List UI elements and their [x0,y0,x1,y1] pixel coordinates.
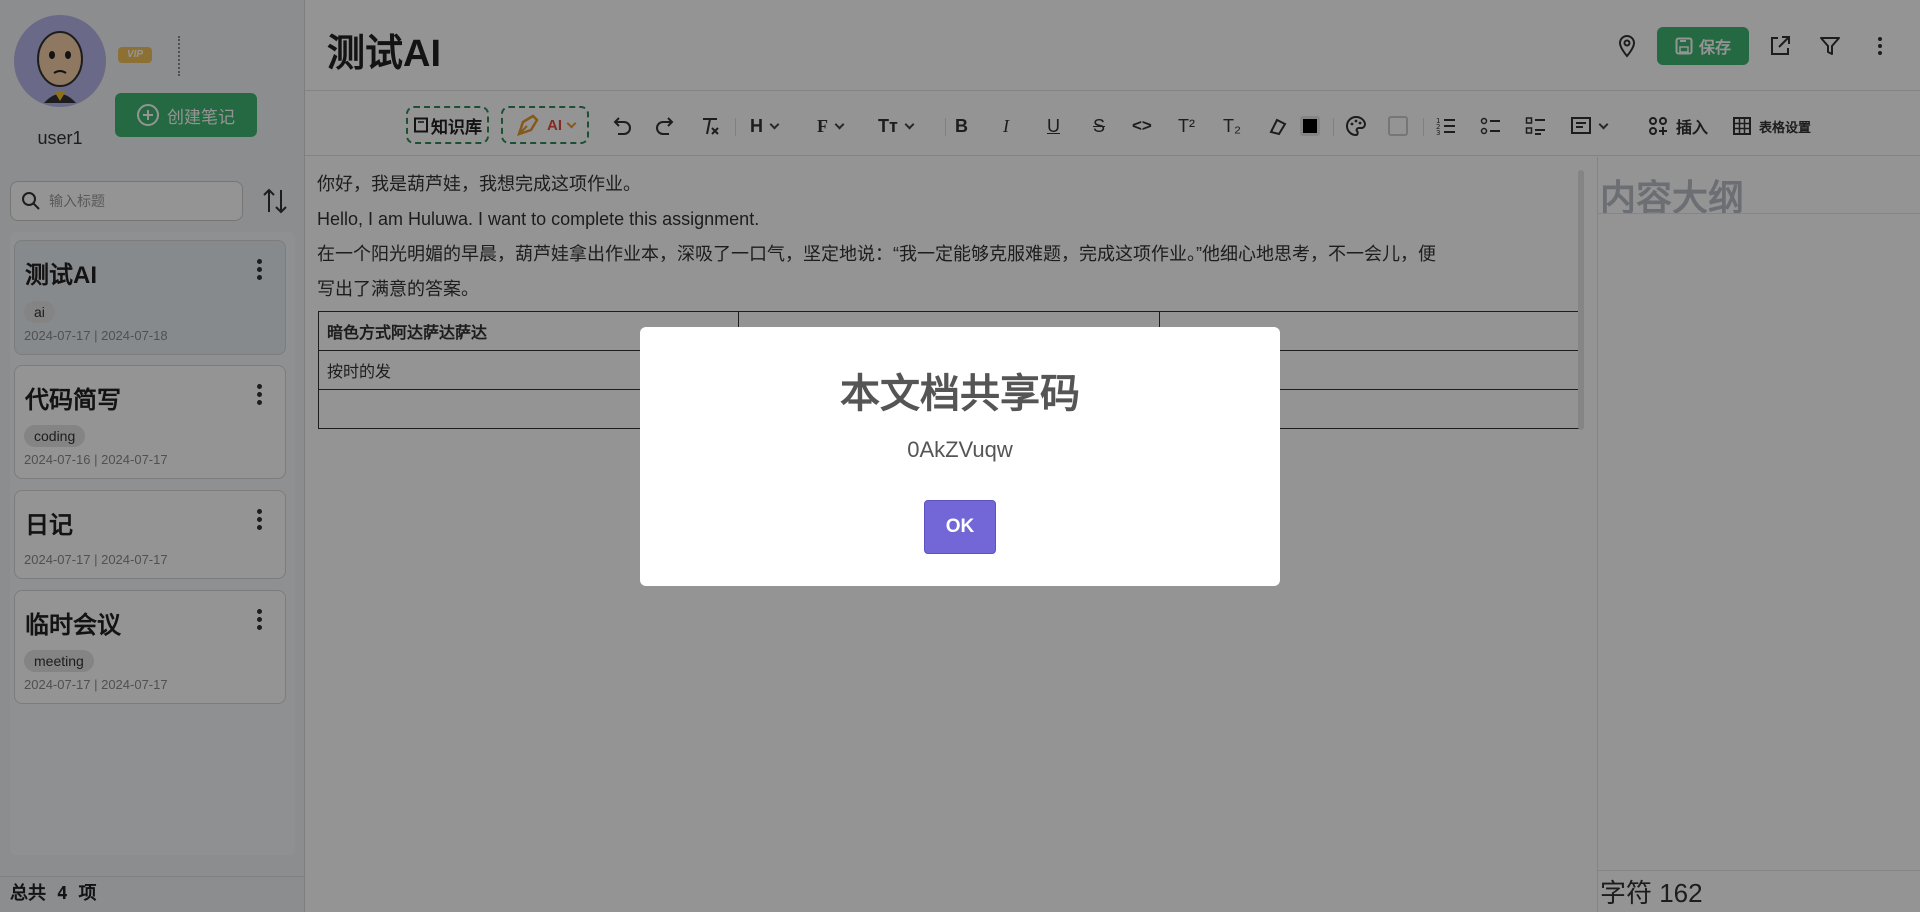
ok-button[interactable]: OK [924,500,996,554]
share-code-dialog: 本文档共享码 0AkZVuqw OK [640,327,1280,586]
dialog-title: 本文档共享码 [840,372,1080,416]
share-code: 0AkZVuqw [907,437,1013,462]
